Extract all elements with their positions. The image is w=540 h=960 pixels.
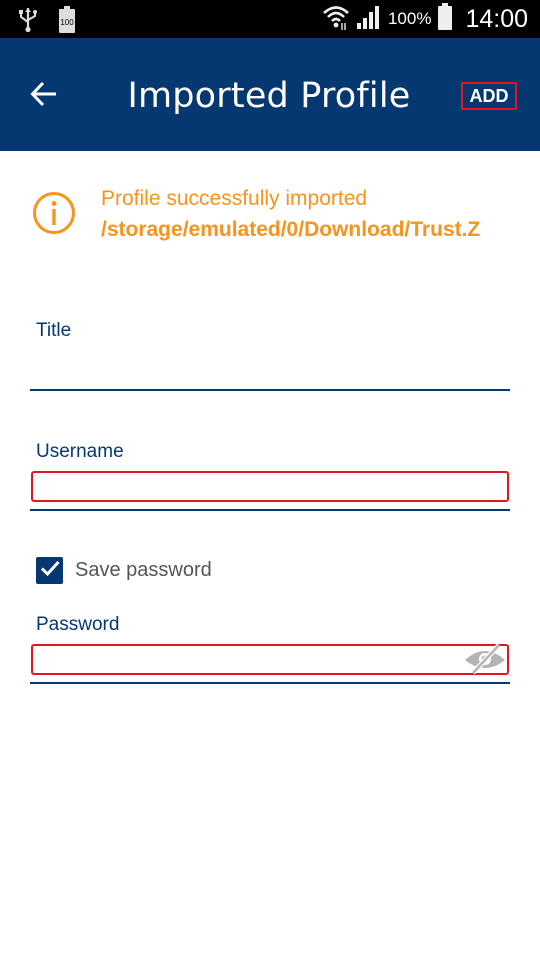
- info-file-path: /storage/emulated/0/Download/Trust.Z: [101, 218, 481, 241]
- add-button[interactable]: ADD: [461, 82, 517, 110]
- battery-small-icon: 100: [58, 6, 76, 39]
- title-underline: [30, 389, 510, 391]
- usb-icon: [18, 7, 38, 38]
- username-underline: [30, 509, 510, 511]
- battery-icon: [437, 2, 453, 36]
- username-input[interactable]: [31, 471, 509, 502]
- status-bar: 100 100% 14:00: [0, 0, 540, 38]
- status-time: 14:00: [465, 4, 528, 33]
- eye-off-icon: [463, 642, 507, 679]
- save-password-checkbox-row[interactable]: Save password: [36, 556, 212, 584]
- title-input[interactable]: [31, 352, 509, 384]
- battery-percent: 100%: [387, 9, 432, 28]
- info-icon: [32, 191, 76, 235]
- page-title: Imported Profile: [127, 76, 411, 116]
- password-input[interactable]: [31, 644, 509, 675]
- status-left-icons: 100: [18, 6, 76, 39]
- signal-icon: [356, 4, 382, 35]
- password-visibility-toggle[interactable]: [462, 642, 508, 679]
- battery-small-label: 100: [60, 18, 74, 27]
- checkmark-icon: [39, 557, 61, 584]
- app-bar: Imported Profile ADD: [0, 38, 540, 151]
- save-password-checkbox[interactable]: [36, 556, 63, 584]
- save-password-label: Save password: [75, 558, 212, 581]
- username-label: Username: [36, 441, 124, 462]
- password-underline: [30, 682, 510, 684]
- info-message: Profile successfully imported /storage/e…: [101, 184, 521, 246]
- status-right-icons: 100% 14:00: [322, 0, 528, 38]
- info-message-text: Profile successfully imported: [101, 187, 368, 210]
- password-label: Password: [36, 614, 120, 635]
- title-label: Title: [36, 320, 72, 341]
- wifi-icon: [322, 4, 350, 35]
